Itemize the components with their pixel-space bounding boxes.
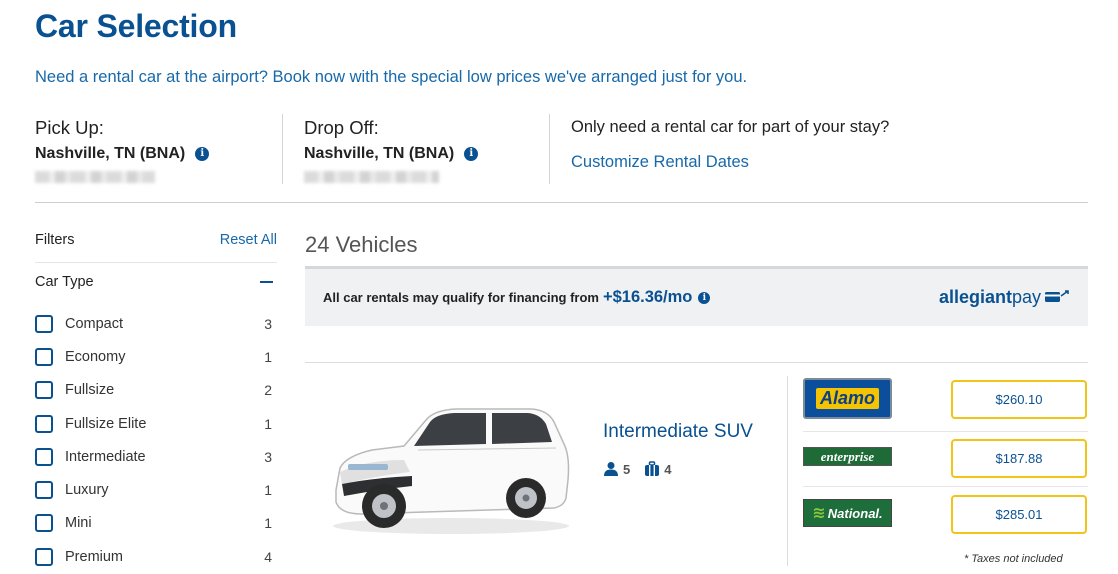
national-logo[interactable]: ≋ National. — [803, 499, 892, 527]
filter-count: 1 — [264, 415, 272, 432]
results-divider — [305, 362, 1088, 363]
filter-name: Fullsize Elite — [65, 415, 147, 432]
page-title: Car Selection — [35, 8, 237, 44]
filters-label: Filters — [35, 232, 75, 248]
checkbox[interactable] — [35, 314, 53, 333]
filter-name: Economy — [65, 348, 126, 365]
passenger-count: 5 — [623, 461, 631, 477]
national-logo-text: National. — [827, 505, 883, 521]
filter-item-fullsize-elite[interactable]: Fullsize Elite 1 — [35, 407, 272, 440]
financing-text: All car rentals may qualify for financin… — [323, 290, 599, 305]
vehicle-specs: 5 4 — [603, 461, 671, 477]
info-icon[interactable]: i — [698, 291, 711, 304]
pickup-location: Nashville, TN (BNA) — [35, 145, 186, 162]
dropoff-location: Nashville, TN (BNA) — [304, 145, 455, 162]
filter-item-compact[interactable]: Compact 3 — [35, 307, 272, 340]
filters-header: Filters Reset All — [35, 232, 277, 248]
partial-stay-question: Only need a rental car for part of your … — [571, 118, 890, 136]
filter-count: 2 — [264, 382, 272, 399]
section-divider — [549, 114, 550, 184]
reset-all-link[interactable]: Reset All — [220, 232, 277, 248]
car-type-header: Car Type — [35, 274, 275, 290]
collapse-icon[interactable] — [260, 281, 273, 283]
bag-count: 4 — [664, 461, 672, 477]
filter-count: 3 — [264, 448, 272, 465]
checkbox[interactable] — [35, 381, 53, 400]
filter-name: Fullsize — [65, 382, 115, 399]
section-divider — [282, 114, 283, 184]
checkbox[interactable] — [35, 414, 53, 433]
filters-divider — [35, 262, 277, 263]
filter-item-mini[interactable]: Mini 1 — [35, 507, 272, 540]
filter-count: 1 — [264, 515, 272, 532]
dropoff-section: Drop Off: Nashville, TN (BNA) i — [304, 117, 479, 183]
pickup-label: Pick Up: — [35, 117, 104, 138]
header-divider — [35, 202, 1088, 203]
passenger-icon — [604, 462, 618, 476]
allegiant-pay-logo[interactable]: allegiant pay — [939, 287, 1070, 308]
card-icon — [1045, 290, 1069, 302]
dropoff-label: Drop Off: — [304, 117, 379, 138]
alamo-logo[interactable]: Alamo — [803, 378, 892, 419]
customize-rental-dates-link[interactable]: Customize Rental Dates — [571, 153, 749, 172]
financing-amount: +$16.36/mo — [602, 288, 693, 306]
filter-item-intermediate[interactable]: Intermediate 3 — [35, 440, 272, 473]
enterprise-logo-text: enterprise — [820, 448, 875, 464]
vendor-row-divider — [803, 431, 1088, 432]
vehicles-count: 24 Vehicles — [305, 232, 418, 257]
checkbox[interactable] — [35, 514, 53, 533]
filter-name: Premium — [65, 548, 124, 565]
dropoff-date-redacted — [304, 171, 439, 183]
national-price-button[interactable]: $285.01 — [951, 495, 1087, 534]
filter-name: Compact — [65, 315, 124, 332]
taxes-note: * Taxes not included — [964, 553, 1063, 565]
filter-name: Intermediate — [65, 448, 146, 465]
enterprise-logo[interactable]: enterprise — [803, 447, 892, 466]
pickup-section: Pick Up: Nashville, TN (BNA) i — [35, 117, 210, 183]
filter-count: 1 — [264, 348, 272, 365]
vehicle-class-name[interactable]: Intermediate SUV — [603, 421, 753, 443]
filter-name: Luxury — [65, 482, 109, 499]
page-tagline: Need a rental car at the airport? Book n… — [35, 68, 748, 86]
filter-name: Mini — [65, 515, 92, 532]
info-icon[interactable]: i — [464, 147, 479, 161]
allegiant-logo-bold: allegiant — [938, 287, 1012, 307]
enterprise-price-button[interactable]: $187.88 — [951, 439, 1087, 478]
car-type-filter-list: Compact 3 Economy 1 Fullsize 2 Fullsize … — [35, 307, 272, 573]
allegiant-logo-light: pay — [1011, 287, 1041, 307]
filter-item-luxury[interactable]: Luxury 1 — [35, 473, 272, 506]
filter-item-economy[interactable]: Economy 1 — [35, 340, 272, 373]
financing-banner: All car rentals may qualify for financin… — [305, 266, 1088, 326]
filter-item-premium[interactable]: Premium 4 — [35, 540, 272, 573]
checkbox[interactable] — [35, 447, 53, 466]
car-type-label: Car Type — [35, 274, 94, 290]
vendor-column-divider — [787, 376, 788, 566]
alamo-logo-text: Alamo — [815, 388, 879, 409]
alamo-price-button[interactable]: $260.10 — [951, 380, 1087, 419]
filter-count: 3 — [264, 315, 272, 332]
pickup-date-redacted — [35, 171, 155, 183]
luggage-icon — [645, 461, 660, 476]
checkbox[interactable] — [35, 547, 53, 566]
checkbox[interactable] — [35, 481, 53, 500]
national-chevron-icon: ≋ — [812, 505, 826, 522]
pickup-location-row: Nashville, TN (BNA) i — [35, 145, 210, 163]
checkbox[interactable] — [35, 347, 53, 366]
car-image — [333, 408, 570, 534]
info-icon[interactable]: i — [195, 147, 210, 161]
vendor-row-divider — [803, 486, 1088, 487]
filter-count: 1 — [264, 482, 272, 499]
filter-item-fullsize[interactable]: Fullsize 2 — [35, 374, 272, 407]
filter-count: 4 — [264, 548, 272, 565]
dropoff-location-row: Nashville, TN (BNA) i — [304, 145, 479, 163]
